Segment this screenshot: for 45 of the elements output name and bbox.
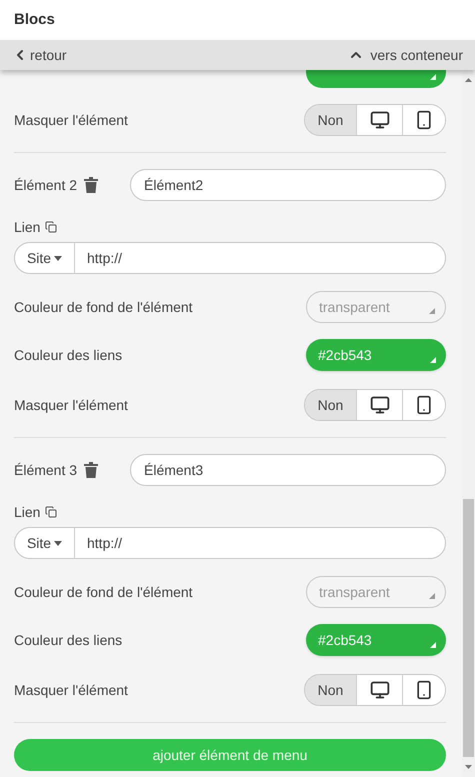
field-label: Masquer l'élément (14, 110, 128, 130)
link-label: Lien (14, 218, 40, 236)
name-field[interactable]: Élément2 (130, 169, 446, 201)
mobile-button[interactable] (402, 390, 445, 420)
url-input[interactable]: http:// (75, 243, 445, 273)
trash-icon[interactable] (83, 461, 100, 479)
site-dropdown[interactable]: Site (15, 528, 75, 558)
resize-handle-icon (429, 593, 435, 599)
back-link[interactable]: retour (12, 44, 67, 66)
parent-link[interactable]: vers conteneur (348, 44, 463, 66)
hide-option[interactable]: Non (305, 105, 356, 135)
caret-icon (54, 540, 62, 546)
field-label: Couleur des liens (14, 630, 122, 650)
monitor-icon (370, 680, 390, 700)
element-title: Élément 2 (14, 176, 78, 194)
hide-option[interactable]: Non (305, 390, 356, 420)
monitor-icon (370, 395, 390, 415)
field-label: Couleur des liens (14, 346, 122, 364)
copy-icon[interactable] (45, 221, 58, 233)
mobile-button[interactable] (402, 105, 445, 135)
name-field[interactable]: Élément3 (130, 454, 446, 486)
link-label: Lien (14, 502, 40, 522)
caret-icon (54, 256, 62, 260)
scroll-up-icon[interactable] (465, 78, 472, 82)
field-label: Couleur de fond de l'élément (14, 298, 193, 316)
trash-icon[interactable] (83, 176, 100, 194)
resize-handle-icon (430, 642, 436, 648)
field-label: Couleur de fond de l'élément (14, 582, 193, 602)
monitor-icon (370, 110, 390, 130)
scroll-down-icon[interactable] (465, 765, 472, 769)
resize-handle-icon (430, 357, 436, 363)
site-dropdown[interactable]: Site (15, 243, 75, 273)
field-label: Masquer l'élément (14, 680, 128, 700)
link-field[interactable]: Site http:// (14, 527, 446, 559)
url-input[interactable]: http:// (75, 528, 445, 558)
scroll-thumb[interactable] (463, 499, 474, 757)
panel-title: Blocs (14, 10, 55, 30)
resize-handle-icon (430, 74, 436, 80)
element-title: Élément 3 (14, 460, 78, 480)
hide-option[interactable]: Non (305, 675, 356, 705)
mobile-button[interactable] (402, 675, 445, 705)
field-label: Masquer l'élément (14, 396, 128, 415)
resize-handle-icon (429, 308, 435, 314)
copy-icon[interactable] (45, 506, 58, 518)
link-field[interactable]: Site http:// (14, 242, 446, 274)
